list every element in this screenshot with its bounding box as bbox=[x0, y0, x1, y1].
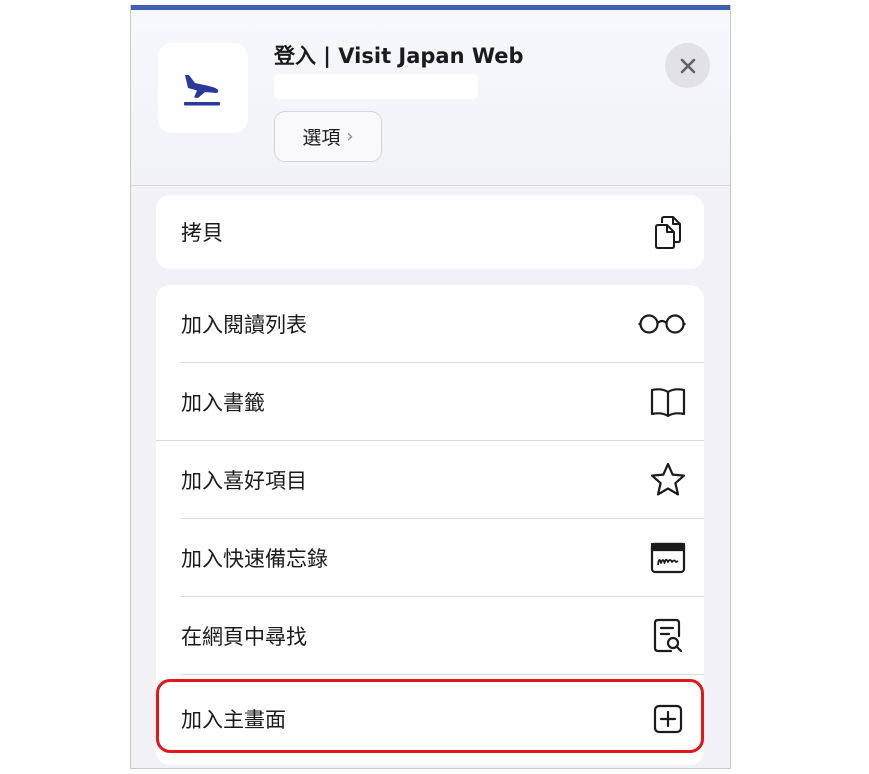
site-url bbox=[274, 74, 478, 99]
action-add-favorites[interactable]: 加入喜好項目 bbox=[156, 441, 704, 518]
close-icon bbox=[680, 58, 695, 73]
action-label: 加入喜好項目 bbox=[181, 468, 307, 493]
options-label: 選項 bbox=[302, 127, 341, 149]
action-label: 拷貝 bbox=[181, 220, 223, 245]
action-label: 在網頁中尋找 bbox=[181, 624, 307, 649]
highlight-outline bbox=[156, 679, 704, 753]
close-button[interactable] bbox=[665, 43, 710, 88]
share-sheet-header: 登入 | Visit Japan Web 選項 › bbox=[131, 10, 730, 186]
action-label: 加入書籤 bbox=[181, 390, 265, 415]
action-add-reading-list[interactable]: 加入閱讀列表 bbox=[156, 285, 704, 362]
find-in-page-icon bbox=[649, 617, 687, 655]
star-icon bbox=[649, 461, 687, 499]
book-icon bbox=[649, 383, 687, 421]
action-find-on-page[interactable]: 在網頁中尋找 bbox=[156, 597, 704, 674]
site-title: 登入 | Visit Japan Web bbox=[274, 44, 524, 68]
divider bbox=[181, 674, 704, 675]
action-add-quick-note[interactable]: 加入快速備忘錄 bbox=[156, 519, 704, 596]
quick-note-icon bbox=[649, 539, 687, 577]
action-label: 加入閱讀列表 bbox=[181, 312, 307, 337]
action-label: 加入快速備忘錄 bbox=[181, 546, 328, 571]
share-sheet: 登入 | Visit Japan Web 選項 › 拷貝 加入閱讀列表 加入書籤… bbox=[130, 5, 731, 769]
copy-icon bbox=[649, 213, 687, 251]
chevron-right-icon: › bbox=[346, 126, 354, 147]
glasses-icon bbox=[637, 305, 687, 343]
copy-group: 拷貝 bbox=[156, 195, 704, 269]
action-copy[interactable]: 拷貝 bbox=[156, 195, 704, 269]
site-icon bbox=[158, 43, 248, 133]
airplane-arrival-icon bbox=[184, 75, 220, 106]
options-button[interactable]: 選項 › bbox=[274, 111, 382, 162]
action-add-bookmark[interactable]: 加入書籤 bbox=[156, 363, 704, 440]
